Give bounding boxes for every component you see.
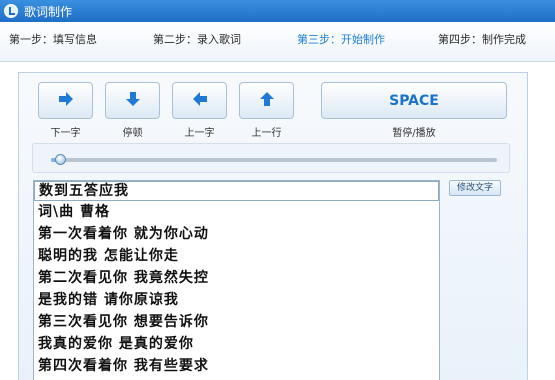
lyric-line-current[interactable]: 数到五答应我 — [34, 181, 439, 201]
step-4: 第四步：制作完成 — [438, 33, 526, 46]
progress-thumb[interactable] — [54, 154, 66, 165]
pause-button[interactable] — [105, 82, 160, 119]
lyric-line[interactable]: 是我的错 请你原谅我 — [34, 289, 439, 311]
lyric-line[interactable]: 第四次看着你 我有些要求 — [34, 355, 439, 377]
step-2: 第二步：录入歌词 — [153, 33, 241, 46]
arrow-down-icon — [123, 89, 143, 113]
progress-slider-well — [32, 143, 510, 173]
step-1: 第一步：填写信息 — [9, 33, 97, 46]
prev-line-label: 上一行 — [251, 128, 282, 139]
pause-label: 停顿 — [122, 128, 143, 139]
progress-slider[interactable] — [51, 154, 497, 165]
prev-char-button[interactable] — [172, 82, 227, 119]
prev-char-label: 上一字 — [184, 128, 215, 139]
lyric-line[interactable]: 第三次看见你 想要告诉你 — [34, 311, 439, 333]
lyric-line[interactable]: 我真的爱你 是真的爱你 — [34, 333, 439, 355]
window-title: 歌词制作 — [24, 4, 73, 19]
arrow-up-icon — [257, 89, 277, 113]
production-panel: 下一字 停顿 上一字 上一行 SPACE 暂停/播放 数到五答应我 词\曲 曹格第… — [18, 72, 528, 380]
next-char-button[interactable] — [38, 82, 93, 119]
step-3: 第三步：开始制作 — [297, 33, 385, 46]
steps-bar: 第一步：填写信息 第二步：录入歌词 第三步：开始制作 第四步：制作完成 — [0, 22, 555, 62]
lyric-line[interactable]: 聪明的我 怎能让你走 — [34, 245, 439, 267]
app-icon — [4, 4, 18, 18]
space-play-pause-button[interactable]: SPACE — [321, 82, 507, 119]
play-pause-label: 暂停/播放 — [392, 128, 436, 139]
arrow-left-icon — [190, 89, 210, 113]
edit-text-button[interactable]: 修改文字 — [449, 180, 501, 196]
lyrics-list[interactable]: 数到五答应我 词\曲 曹格 第一次看着你 就为你心动 聪明的我 怎能让你走 第二次看见你… — [33, 180, 440, 380]
title-bar: 歌词制作 — [0, 0, 555, 22]
arrow-right-icon — [56, 89, 76, 113]
lyric-line[interactable]: 第一次看着你 就为你心动 — [34, 223, 439, 245]
next-char-label: 下一字 — [50, 128, 81, 139]
prev-line-button[interactable] — [239, 82, 294, 119]
lyric-line[interactable]: 第二次看见你 我竟然失控 — [34, 267, 439, 289]
lyric-line[interactable]: 词\曲 曹格 — [34, 201, 439, 223]
